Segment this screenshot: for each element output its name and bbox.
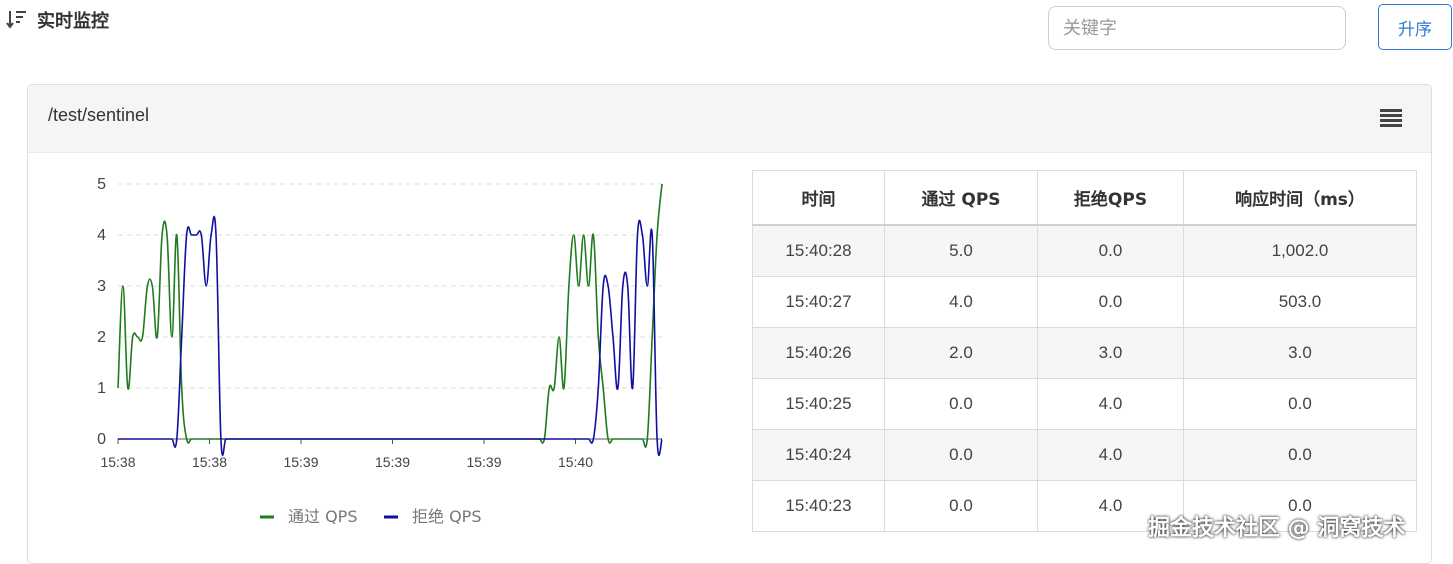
cell-block-qps: 3.0 (1037, 327, 1184, 379)
x-tick-label: 15:39 (466, 454, 501, 470)
x-tick-label: 15:39 (375, 454, 410, 470)
cell-time: 15:40:24 (752, 429, 885, 481)
column-header-time[interactable]: 时间 (752, 170, 885, 226)
page-header: 实时监控 (6, 8, 109, 32)
qps-line-chart: 0 1 2 3 4 5 15:38 15:38 15:39 15:39 15:39 15:40 通过 Q… (97, 176, 663, 526)
cell-block-qps: 4.0 (1037, 378, 1184, 430)
legend-pass-label: 通过 QPS (288, 507, 358, 526)
y-tick-label: 1 (97, 380, 106, 397)
x-tick-label: 15:38 (192, 454, 227, 470)
legend-block-label: 拒绝 QPS (412, 507, 482, 526)
cell-response-time: 503.0 (1183, 276, 1417, 328)
cell-response-time: 1,002.0 (1183, 224, 1417, 277)
cell-time: 15:40:25 (752, 378, 885, 430)
panel-header: /test/sentinel (28, 85, 1431, 153)
column-header-pass-qps[interactable]: 通过 QPS (884, 170, 1038, 226)
cell-block-qps: 4.0 (1037, 429, 1184, 481)
x-tick-label: 15:38 (100, 454, 135, 470)
table-header-row: 时间 通过 QPS 拒绝QPS 响应时间（ms） (752, 170, 1417, 226)
x-tick-label: 15:40 (558, 454, 593, 470)
column-header-block-qps[interactable]: 拒绝QPS (1037, 170, 1184, 226)
table-row: 15:40:25 0.0 4.0 0.0 (752, 378, 1417, 430)
cell-pass-qps: 4.0 (884, 276, 1038, 328)
y-tick-label: 2 (97, 329, 106, 346)
cell-response-time: 0.0 (1183, 378, 1417, 430)
x-tick-label: 15:39 (283, 454, 318, 470)
cell-block-qps: 0.0 (1037, 224, 1184, 277)
watermark: 掘金技术社区 @ 洞窝技术 (1148, 516, 1406, 541)
qps-table: 时间 通过 QPS 拒绝QPS 响应时间（ms） 15:40:28 5.0 0.… (752, 170, 1417, 532)
cell-time: 15:40:28 (752, 224, 885, 277)
block-qps-line (118, 215, 663, 457)
y-tick-label: 3 (97, 278, 106, 295)
y-tick-label: 4 (97, 227, 106, 244)
cell-time: 15:40:27 (752, 276, 885, 328)
cell-response-time: 3.0 (1183, 327, 1417, 379)
pass-qps-line (117, 183, 663, 448)
table-row: 15:40:27 4.0 0.0 503.0 (752, 276, 1417, 328)
search-input[interactable] (1048, 6, 1346, 50)
sort-icon (6, 11, 26, 29)
table-row: 15:40:28 5.0 0.0 1,002.0 (752, 224, 1417, 277)
cell-pass-qps: 0.0 (884, 480, 1038, 532)
table-row: 15:40:24 0.0 4.0 0.0 (752, 429, 1417, 481)
y-tick-label: 0 (97, 431, 106, 448)
page-title: 实时监控 (37, 11, 109, 32)
cell-pass-qps: 5.0 (884, 224, 1038, 277)
y-tick-label: 5 (97, 176, 106, 193)
menu-icon[interactable] (1380, 109, 1402, 127)
cell-time: 15:40:26 (752, 327, 885, 379)
cell-block-qps: 0.0 (1037, 276, 1184, 328)
cell-pass-qps: 0.0 (884, 429, 1038, 481)
table-row: 15:40:26 2.0 3.0 3.0 (752, 327, 1417, 379)
cell-pass-qps: 0.0 (884, 378, 1038, 430)
sort-order-button[interactable]: 升序 (1378, 4, 1452, 50)
cell-pass-qps: 2.0 (884, 327, 1038, 379)
cell-time: 15:40:23 (752, 480, 885, 532)
column-header-response-time[interactable]: 响应时间（ms） (1183, 170, 1417, 226)
cell-response-time: 0.0 (1183, 429, 1417, 481)
resource-name: /test/sentinel (48, 105, 150, 125)
